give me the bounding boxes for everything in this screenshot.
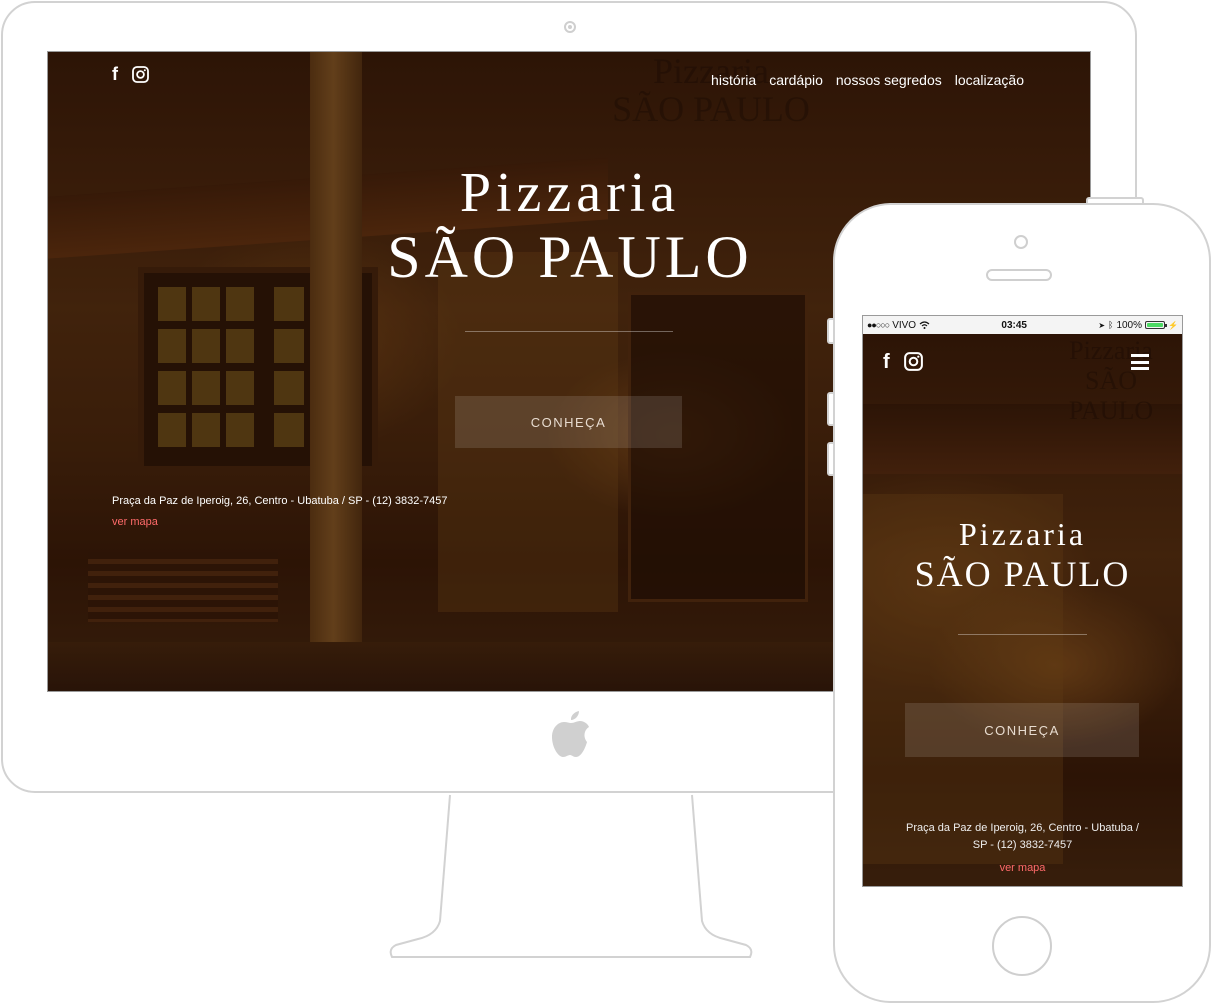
conheca-button[interactable]: CONHEÇA — [905, 703, 1139, 757]
wifi-icon — [919, 321, 930, 329]
conheca-button[interactable]: CONHEÇA — [455, 396, 682, 448]
mobile-hero: Pizzaria SÃO PAULO f Pizzaria SÃO PAULO … — [863, 334, 1182, 886]
nav-cardapio[interactable]: cardápio — [769, 72, 823, 88]
ver-mapa-link[interactable]: ver mapa — [863, 862, 1182, 874]
title-pizzaria: Pizzaria — [958, 516, 1087, 552]
instagram-icon[interactable] — [132, 65, 149, 83]
imac-stand — [389, 794, 753, 958]
carrier-label: VIVO — [892, 319, 917, 331]
ver-mapa-link[interactable]: ver mapa — [112, 516, 158, 528]
bluetooth-icon: ᛒ — [1108, 320, 1114, 330]
main-nav: história cardápio nossos segredos locali… — [711, 72, 1024, 88]
phone-camera — [1014, 235, 1028, 249]
charging-icon: ⚡ — [1168, 320, 1178, 330]
apple-logo-icon — [552, 711, 589, 757]
battery-icon — [1145, 321, 1168, 329]
address-text: Praça da Paz de Iperoig, 26, Centro - Ub… — [906, 822, 1139, 851]
home-button[interactable] — [992, 916, 1052, 976]
social-links: f — [112, 65, 149, 83]
location-icon: ➤ — [1098, 320, 1106, 330]
hamburger-menu-icon[interactable] — [1131, 354, 1149, 370]
nav-nossos-segredos[interactable]: nossos segredos — [836, 72, 942, 88]
battery-percent: 100% — [1116, 319, 1143, 331]
title-sao-paulo: SÃO PAULO — [914, 554, 1131, 594]
hero-divider — [465, 331, 673, 332]
nav-localizacao[interactable]: localização — [955, 72, 1024, 88]
facebook-icon[interactable]: f — [112, 65, 118, 83]
signal-icon: ●●○○○ — [867, 320, 890, 330]
facebook-icon[interactable]: f — [883, 352, 890, 372]
status-time: 03:45 — [1001, 319, 1027, 331]
imac-camera — [564, 21, 576, 33]
address-text: Praça da Paz de Iperoig, 26, Centro - Ub… — [112, 495, 448, 507]
hero-divider — [958, 634, 1087, 635]
hero-title: Pizzaria SÃO PAULO — [863, 515, 1182, 595]
status-bar: ●●○○○ VIVO 03:45 ➤ ᛒ 100% ⚡ — [863, 316, 1182, 334]
phone-speaker — [986, 269, 1052, 281]
social-links: f — [883, 352, 923, 372]
mobile-site-screen: ●●○○○ VIVO 03:45 ➤ ᛒ 100% ⚡ Pizzaria SÃO… — [862, 315, 1183, 887]
nav-historia[interactable]: história — [711, 72, 756, 88]
instagram-icon[interactable] — [903, 352, 923, 371]
